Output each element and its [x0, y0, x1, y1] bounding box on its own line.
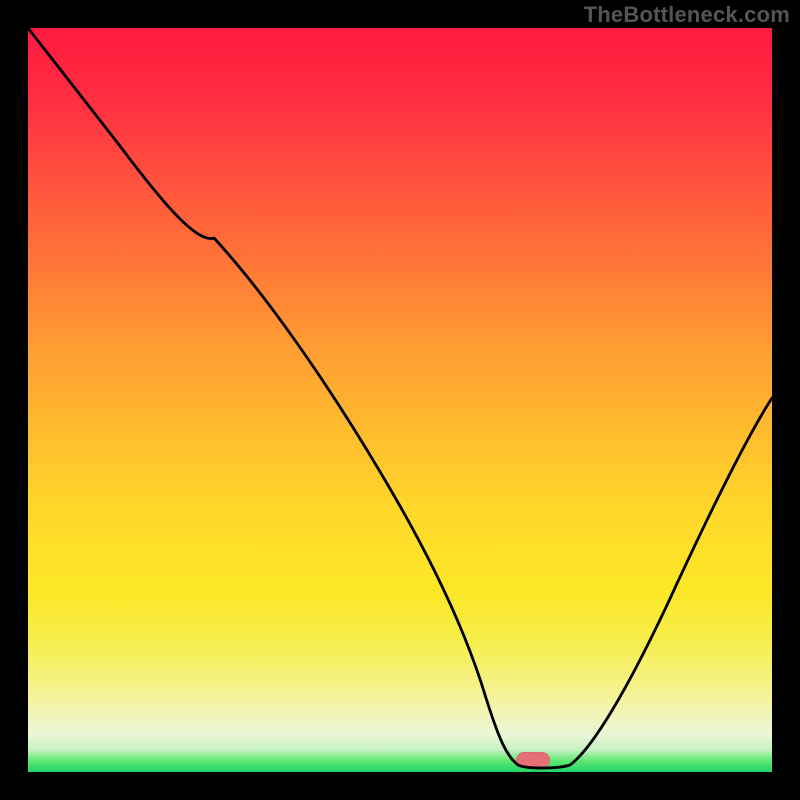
plot-area — [28, 28, 772, 772]
bottleneck-curve — [28, 28, 772, 772]
watermark-text: TheBottleneck.com — [584, 2, 790, 28]
chart-frame: TheBottleneck.com — [0, 0, 800, 800]
